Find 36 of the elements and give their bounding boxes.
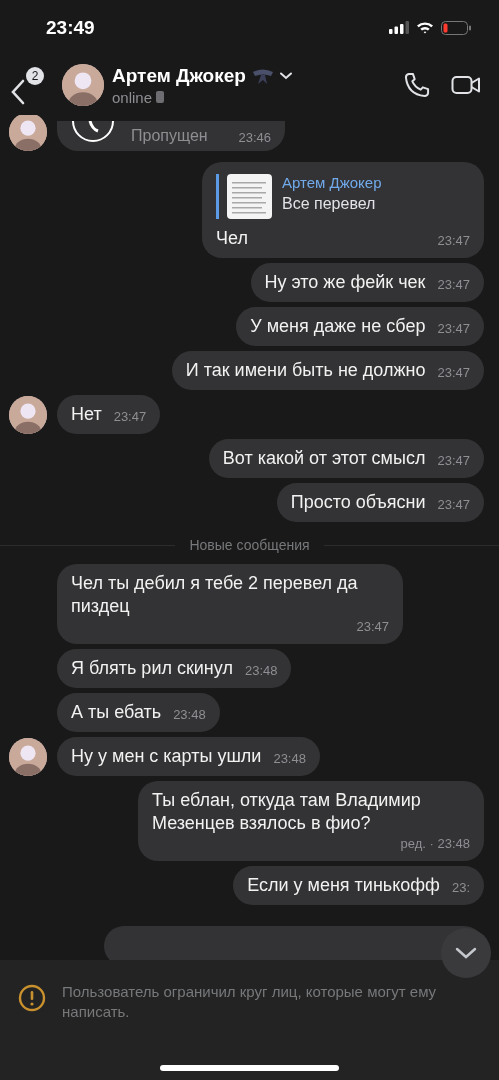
message-text: И так имени быть не должно	[185, 359, 426, 382]
message-time: 23:46	[238, 130, 271, 145]
message-text: Я блять рил скинул	[71, 657, 233, 680]
back-button[interactable]: 2	[10, 63, 54, 107]
online-status: online	[112, 88, 153, 106]
reply-text: Все перевел	[282, 195, 377, 213]
message-time: 23:48	[244, 662, 278, 680]
new-messages-divider: Новые сообщения	[189, 537, 310, 553]
message-time: 23:47	[437, 232, 470, 250]
reply-author: Артем Джокер	[282, 174, 382, 191]
message-time: 23:47	[437, 496, 470, 514]
message-time: 23:47	[356, 618, 389, 636]
message-text: А ты ебать	[71, 701, 162, 724]
message-time: 23:48	[173, 706, 206, 724]
message-text: Ну это же фейк чек	[264, 271, 426, 294]
restriction-notice: Пользователь ограничил круг лиц, которые могут ему написать.	[62, 982, 438, 1022]
message-text: Просто объясни	[290, 491, 426, 514]
message-text: У меня даже не сбер	[250, 315, 426, 338]
message-text: Чел ты дебил я тебе 2 перевел да пиздец	[71, 572, 359, 618]
message-text: Чел	[216, 227, 248, 250]
message-text: Если у меня тинькофф	[247, 874, 440, 897]
status-time: 23:49	[46, 16, 95, 39]
message-time: 23:	[451, 879, 470, 897]
message-text: Ты еблан, откуда там Владимир Мезенцев взялось в фио?	[152, 789, 422, 835]
contact-name[interactable]: Артем Джокер	[112, 64, 246, 87]
message-time: 23:47	[437, 452, 470, 470]
message-time: 23:47	[437, 364, 470, 382]
message-text: Нет	[71, 403, 102, 426]
message-time: 23:48	[273, 750, 306, 768]
message-text: Вот какой от этот смысл	[222, 447, 426, 470]
call-status: Пропущен	[131, 127, 208, 145]
message-time: 23:47	[437, 276, 470, 294]
message-time: 23:47	[437, 320, 470, 338]
message-time: 23:47	[113, 408, 147, 426]
message-time: ред. · 23:48	[400, 835, 470, 853]
message-text: Ну у мен с карты ушли	[71, 745, 262, 768]
